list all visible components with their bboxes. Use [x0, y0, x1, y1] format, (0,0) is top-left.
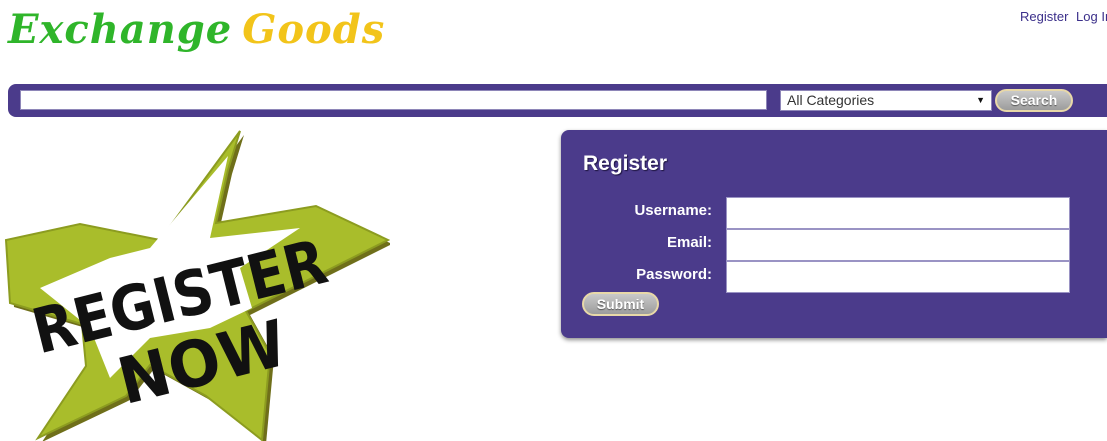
register-link[interactable]: Register: [1020, 9, 1068, 24]
username-field[interactable]: [726, 197, 1070, 229]
top-nav: Register Log In: [1020, 9, 1107, 24]
search-button[interactable]: Search: [995, 89, 1073, 112]
category-selected-value: All Categories: [787, 92, 875, 108]
register-panel: Register Username: Email: Password: Subm…: [561, 130, 1107, 338]
password-field[interactable]: [726, 261, 1070, 293]
dropdown-arrow-icon: ▼: [976, 95, 985, 105]
login-link[interactable]: Log In: [1076, 9, 1107, 24]
logo-word-exchange: Exchange: [8, 6, 233, 53]
password-label: Password:: [636, 266, 712, 283]
logo-word-goods: Goods: [242, 6, 386, 53]
email-label: Email:: [666, 234, 712, 251]
site-logo[interactable]: Exchange Goods: [8, 6, 385, 53]
username-label: Username:: [634, 202, 712, 219]
category-select[interactable]: All Categories ▼: [780, 90, 992, 111]
register-title: Register: [583, 152, 668, 175]
submit-button[interactable]: Submit: [582, 292, 659, 316]
register-now-star-graphic: REGISTER NOW: [4, 130, 390, 441]
search-input[interactable]: [20, 90, 767, 110]
search-bar: All Categories ▼ Search: [8, 84, 1107, 117]
email-field[interactable]: [726, 229, 1070, 261]
